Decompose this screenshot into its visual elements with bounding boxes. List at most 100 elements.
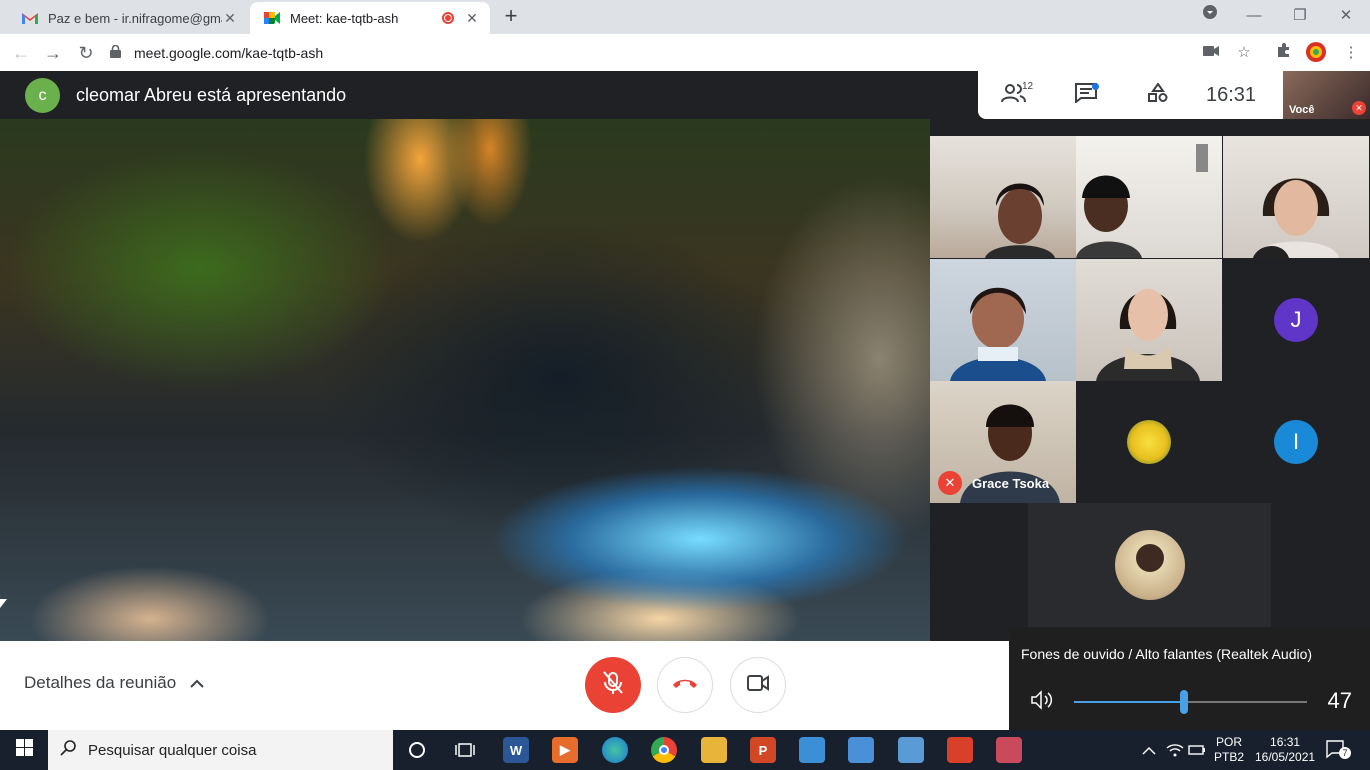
participant-tile-5[interactable] [1076,259,1222,381]
volume-slider-fill [1074,701,1184,703]
participant-tile-8[interactable] [1076,381,1222,503]
participant-tile-9[interactable]: I [1223,381,1369,503]
keyboard-layout: PTB2 [1214,750,1245,764]
participant-avatar: J [1274,298,1318,342]
gmail-icon [22,10,38,26]
meeting-details-label: Detalhes da reunião [24,673,177,692]
clock-time: 16:31 [1270,735,1301,749]
forward-arrow-icon[interactable]: → [40,40,66,66]
photos-app-icon[interactable] [799,737,825,763]
file-explorer-icon[interactable] [701,737,727,763]
word-app-icon[interactable]: W [503,737,529,763]
edge-browser-icon[interactable] [602,737,628,763]
windows-logo-icon [15,739,33,761]
shapes-icon [1148,81,1168,108]
profile-avatar-icon[interactable] [1305,42,1327,64]
clock-date: 16/05/2021 [1255,750,1316,764]
minimize-icon[interactable]: — [1242,4,1266,28]
presenter-avatar: c [25,77,60,113]
meeting-details-button[interactable]: Detalhes da reunião [24,673,204,693]
taskbar-clock[interactable]: 16:31 16/05/2021 [1255,730,1315,770]
mic-off-icon: ✕ [938,471,962,495]
mic-off-icon [603,670,623,700]
participant-tile-7[interactable]: ✕ Grace Tsoka [930,381,1076,503]
taskbar-search-box[interactable]: Pesquisar qualquer coisa [48,730,393,770]
video-camera-icon [747,674,769,696]
chrome-center-icon [659,745,669,755]
input-language-indicator[interactable]: POR PTB2 [1214,730,1244,770]
camera-toggle-button[interactable] [730,657,786,713]
volume-slider-thumb[interactable] [1179,690,1188,714]
image-viewer-icon[interactable] [848,737,874,763]
meeting-clock: 16:31 [1206,83,1257,106]
presenter-bar: c cleomar Abreu está apresentando [0,71,980,119]
profile-photo-icon [1114,530,1185,600]
recording-icon [442,12,454,24]
desktop-app-icon[interactable] [898,737,924,763]
participant-tile-1[interactable] [930,136,1076,258]
participant-tile-4[interactable] [930,259,1076,381]
participant-video [1096,289,1200,381]
chrome-menu-icon[interactable]: ⋮ [1340,42,1362,64]
reload-icon[interactable]: ↻ [73,40,99,66]
browser-toolbar: ← → ↻ meet.google.com/kae-tqtb-ash ☆ ⋮ [0,34,1370,71]
address-bar[interactable]: meet.google.com/kae-tqtb-ash [110,38,1260,68]
volume-slider[interactable] [1074,690,1307,714]
profile-dropdown-icon[interactable] [1198,4,1222,28]
participant-tile-3[interactable] [1223,136,1369,258]
new-tab-button[interactable]: + [500,5,522,28]
audio-device-name[interactable]: Fones de ouvido / Alto falantes (Realtek… [1021,646,1312,662]
bookmark-star-icon[interactable]: ☆ [1233,42,1255,64]
participant-video [1253,178,1339,258]
notification-count-badge: 7 [1339,747,1351,759]
wifi-icon[interactable] [1166,730,1184,770]
tab-title: Meet: kae-tqtb-ash [290,10,399,26]
windows-start-button[interactable] [0,730,48,770]
self-label: Você [1289,104,1315,116]
cortana-icon[interactable] [404,737,430,763]
search-icon [60,740,80,760]
participant-tile-6[interactable]: J [1223,259,1369,381]
powerpoint-app-icon[interactable]: P [750,737,776,763]
lock-icon [110,44,124,61]
participants-button[interactable]: 12 [978,71,1050,119]
participant-video [985,183,1055,258]
meet-icon [264,10,280,26]
tab-meet[interactable]: Meet: kae-tqtb-ash ✕ [250,2,490,34]
anydesk-app-icon[interactable] [947,737,973,763]
extensions-icon[interactable] [1273,42,1295,64]
participant-name: Grace Tsoka [972,476,1050,491]
search-placeholder: Pesquisar qualquer coisa [88,741,257,759]
close-icon[interactable]: ✕ [222,10,238,26]
back-arrow-icon[interactable]: ← [8,40,34,66]
mic-off-icon: ✕ [1352,101,1366,115]
speaker-icon[interactable] [1031,690,1055,715]
notification-center-icon[interactable]: 7 [1326,730,1351,770]
maximize-icon[interactable]: ❐ [1288,4,1312,28]
leave-call-button[interactable] [657,657,713,713]
window-close-icon[interactable]: ✕ [1334,4,1358,28]
volume-level: 47 [1327,688,1352,713]
participant-tile-2[interactable] [1076,136,1222,258]
paint-app-icon[interactable] [996,737,1022,763]
media-player-icon[interactable]: ▶ [552,737,578,763]
yellow-rose-icon [1127,420,1171,464]
chevron-up-icon[interactable] [1142,730,1156,770]
meeting-info-bar: 12 16:31 [978,71,1283,119]
task-view-icon[interactable] [452,737,478,763]
camera-in-use-icon[interactable] [1200,42,1222,64]
browser-tabstrip: Paz e bem - ir.nifragome@gmail. ✕ Meet: … [0,0,1370,34]
url-text: meet.google.com/kae-tqtb-ash [134,45,324,61]
close-icon[interactable]: ✕ [464,10,480,26]
participant-tile-10[interactable] [1028,503,1271,627]
battery-icon[interactable] [1188,730,1206,770]
activities-button[interactable] [1122,71,1194,119]
self-view-tile[interactable]: Você ✕ [1283,71,1370,119]
tab-title: Paz e bem - ir.nifragome@gmail. [48,10,222,26]
volume-flyout: Fones de ouvido / Alto falantes (Realtek… [1009,628,1370,730]
chat-button[interactable] [1050,71,1122,119]
chevron-up-icon [190,675,204,691]
tab-gmail[interactable]: Paz e bem - ir.nifragome@gmail. ✕ [8,2,248,34]
chrome-app-icon[interactable] [651,737,677,763]
microphone-toggle-button[interactable] [585,657,641,713]
